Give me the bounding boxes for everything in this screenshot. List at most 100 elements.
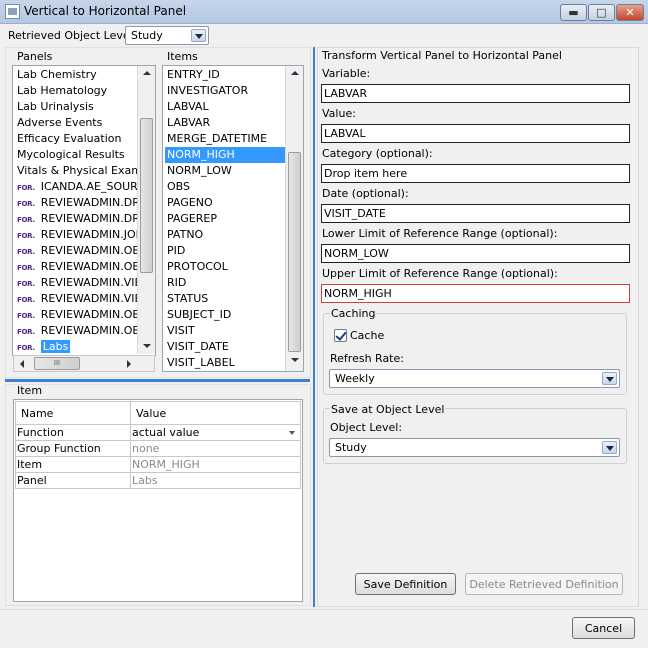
list-item[interactable]: FOR. Labs	[15, 339, 72, 355]
cache-checkbox[interactable]	[334, 329, 347, 342]
list-item-label: Lab Urinalysis	[17, 100, 94, 113]
list-item[interactable]: FOR. REVIEWADMIN.OBJE	[15, 323, 152, 339]
function-value-select[interactable]: actual value	[130, 424, 301, 441]
scroll-up-arrow-icon[interactable]	[291, 71, 299, 75]
list-item[interactable]: FOR. REVIEWADMIN.OBJE	[15, 307, 152, 323]
property-value: actual value	[132, 426, 200, 439]
table-row: Group Function none	[15, 440, 301, 457]
list-item-label: REVIEWADMIN.OBJE	[40, 324, 151, 337]
scroll-left-arrow-icon[interactable]	[20, 360, 24, 368]
save-object-level-header: Save at Object Level	[330, 403, 446, 416]
save-definition-button[interactable]: Save Definition	[355, 573, 456, 595]
list-item[interactable]: VISIT_LABEL	[165, 355, 237, 371]
list-item[interactable]: FOR. REVIEWADMIN.OBJE	[15, 259, 152, 275]
refresh-rate-label: Refresh Rate:	[330, 352, 404, 365]
items-list[interactable]: ENTRY_ID INVESTIGATOR LABVAL LABVAR MERGE_DA…	[162, 65, 304, 372]
item-properties-table: Name Value Function actual value Group F…	[15, 401, 301, 489]
cache-label: Cache	[350, 329, 385, 342]
scroll-up-arrow-icon[interactable]	[143, 71, 151, 75]
list-item[interactable]: Vitals & Physical Exam	[15, 163, 144, 179]
minimize-button[interactable]: ▬	[560, 4, 587, 21]
list-item[interactable]: LABVAL	[165, 99, 211, 115]
scroll-down-arrow-icon[interactable]	[291, 358, 299, 362]
list-item[interactable]: RID	[165, 275, 188, 291]
list-item[interactable]: NORM_HIGH	[165, 147, 285, 163]
list-item[interactable]: Lab Urinalysis	[15, 99, 96, 115]
list-item[interactable]: FOR. REVIEWADMIN.JOBS	[15, 227, 152, 243]
variable-field[interactable]: LABVAR	[321, 84, 630, 103]
panels-scroll-thumb[interactable]	[140, 118, 153, 273]
panels-vertical-scrollbar[interactable]	[137, 66, 155, 354]
chevron-down-icon[interactable]	[289, 431, 295, 435]
items-scroll-thumb[interactable]	[288, 152, 301, 352]
list-item[interactable]: FOR. ICANDA.AE_SOURCE	[15, 179, 154, 195]
list-item[interactable]: ENTRY_ID	[165, 67, 222, 83]
scroll-down-arrow-icon[interactable]	[143, 344, 151, 348]
list-item[interactable]: STATUS	[165, 291, 210, 307]
maximize-button[interactable]: □	[588, 4, 615, 21]
object-level-select[interactable]: Study	[329, 438, 620, 457]
list-item[interactable]: PAGEREP	[165, 211, 219, 227]
panels-horizontal-scrollbar[interactable]: III	[13, 355, 155, 372]
list-item[interactable]: Efficacy Evaluation	[15, 131, 123, 147]
list-item[interactable]: Lab Chemistry	[15, 67, 99, 83]
value-label: Value:	[322, 107, 356, 120]
panels-list[interactable]: Lab Chemistry Lab Hematology Lab Urinalysi…	[12, 65, 156, 356]
date-field[interactable]: VISIT_DATE	[321, 204, 630, 223]
lower-limit-label: Lower Limit of Reference Range (optional…	[322, 227, 558, 240]
table-row: Item NORM_HIGH	[15, 456, 301, 473]
form-type-icon: FOR.	[17, 264, 35, 272]
list-item[interactable]: Mycological Results	[15, 147, 127, 163]
list-item[interactable]: PAGENO	[165, 195, 215, 211]
list-item[interactable]: PID	[165, 243, 187, 259]
list-item-label: ICANDA.AE_SOURCE	[40, 180, 152, 193]
form-type-icon: FOR.	[17, 200, 35, 208]
list-item[interactable]: FOR. REVIEWADMIN.VIEW	[15, 275, 154, 291]
chevron-down-icon[interactable]	[602, 372, 617, 385]
list-item[interactable]: FOR. REVIEWADMIN.DRPA	[15, 195, 155, 211]
chevron-down-icon[interactable]	[602, 441, 617, 454]
panels-hscroll-thumb[interactable]: III	[34, 357, 80, 370]
refresh-rate-value: Weekly	[335, 372, 375, 385]
list-item[interactable]: Lab Hematology	[15, 83, 109, 99]
list-item[interactable]: SUBJECT_ID	[165, 307, 233, 323]
list-item-label: Lab Hematology	[17, 84, 108, 97]
column-header-name[interactable]: Name	[15, 401, 131, 425]
list-item-label: Lab Chemistry	[17, 68, 97, 81]
list-item-label: Labs	[40, 340, 71, 353]
scroll-right-arrow-icon[interactable]	[127, 360, 131, 368]
cancel-button[interactable]: Cancel	[572, 617, 635, 639]
list-item[interactable]: LABVAR	[165, 115, 212, 131]
retrieved-object-level-select[interactable]: Study	[125, 26, 209, 45]
list-item[interactable]: PROTOCOL	[165, 259, 230, 275]
caching-header: Caching	[330, 307, 377, 320]
list-item[interactable]: PATNO	[165, 227, 205, 243]
title-bar: Vertical to Horizontal Panel ▬ □ ✕	[0, 0, 648, 24]
upper-limit-field[interactable]: NORM_HIGH	[321, 284, 630, 303]
list-item[interactable]: NORM_LOW	[165, 163, 234, 179]
refresh-rate-select[interactable]: Weekly	[329, 369, 620, 388]
chevron-down-icon[interactable]	[191, 29, 206, 42]
delete-retrieved-definition-button[interactable]: Delete Retrieved Definition	[465, 573, 623, 595]
close-button[interactable]: ✕	[616, 4, 644, 21]
list-item[interactable]: FOR. REVIEWADMIN.DRSE	[15, 211, 155, 227]
value-field[interactable]: LABVAL	[321, 124, 630, 143]
items-vertical-scrollbar[interactable]	[285, 66, 303, 371]
list-item[interactable]: VISIT_DATE	[165, 339, 231, 355]
list-item[interactable]: FOR. REVIEWADMIN.VIEW	[15, 291, 154, 307]
items-header: Items	[167, 50, 198, 63]
transform-header: Transform Vertical Panel to Horizontal P…	[322, 49, 562, 62]
category-field[interactable]: Drop item here	[321, 164, 630, 183]
list-item[interactable]: VISIT	[165, 323, 197, 339]
list-item[interactable]: FOR. REVIEWADMIN.OBJE	[15, 243, 152, 259]
column-header-value[interactable]: Value	[130, 401, 301, 425]
list-item[interactable]: INVESTIGATOR	[165, 83, 250, 99]
property-value: Labs	[130, 472, 301, 489]
vertical-split-divider[interactable]	[313, 47, 315, 607]
list-item[interactable]: MERGE_DATETIME	[165, 131, 269, 147]
retrieved-object-level-label: Retrieved Object Level:	[8, 29, 137, 42]
split-divider[interactable]	[5, 379, 310, 382]
list-item[interactable]: OBS	[165, 179, 192, 195]
lower-limit-field[interactable]: NORM_LOW	[321, 244, 630, 263]
list-item[interactable]: Adverse Events	[15, 115, 104, 131]
